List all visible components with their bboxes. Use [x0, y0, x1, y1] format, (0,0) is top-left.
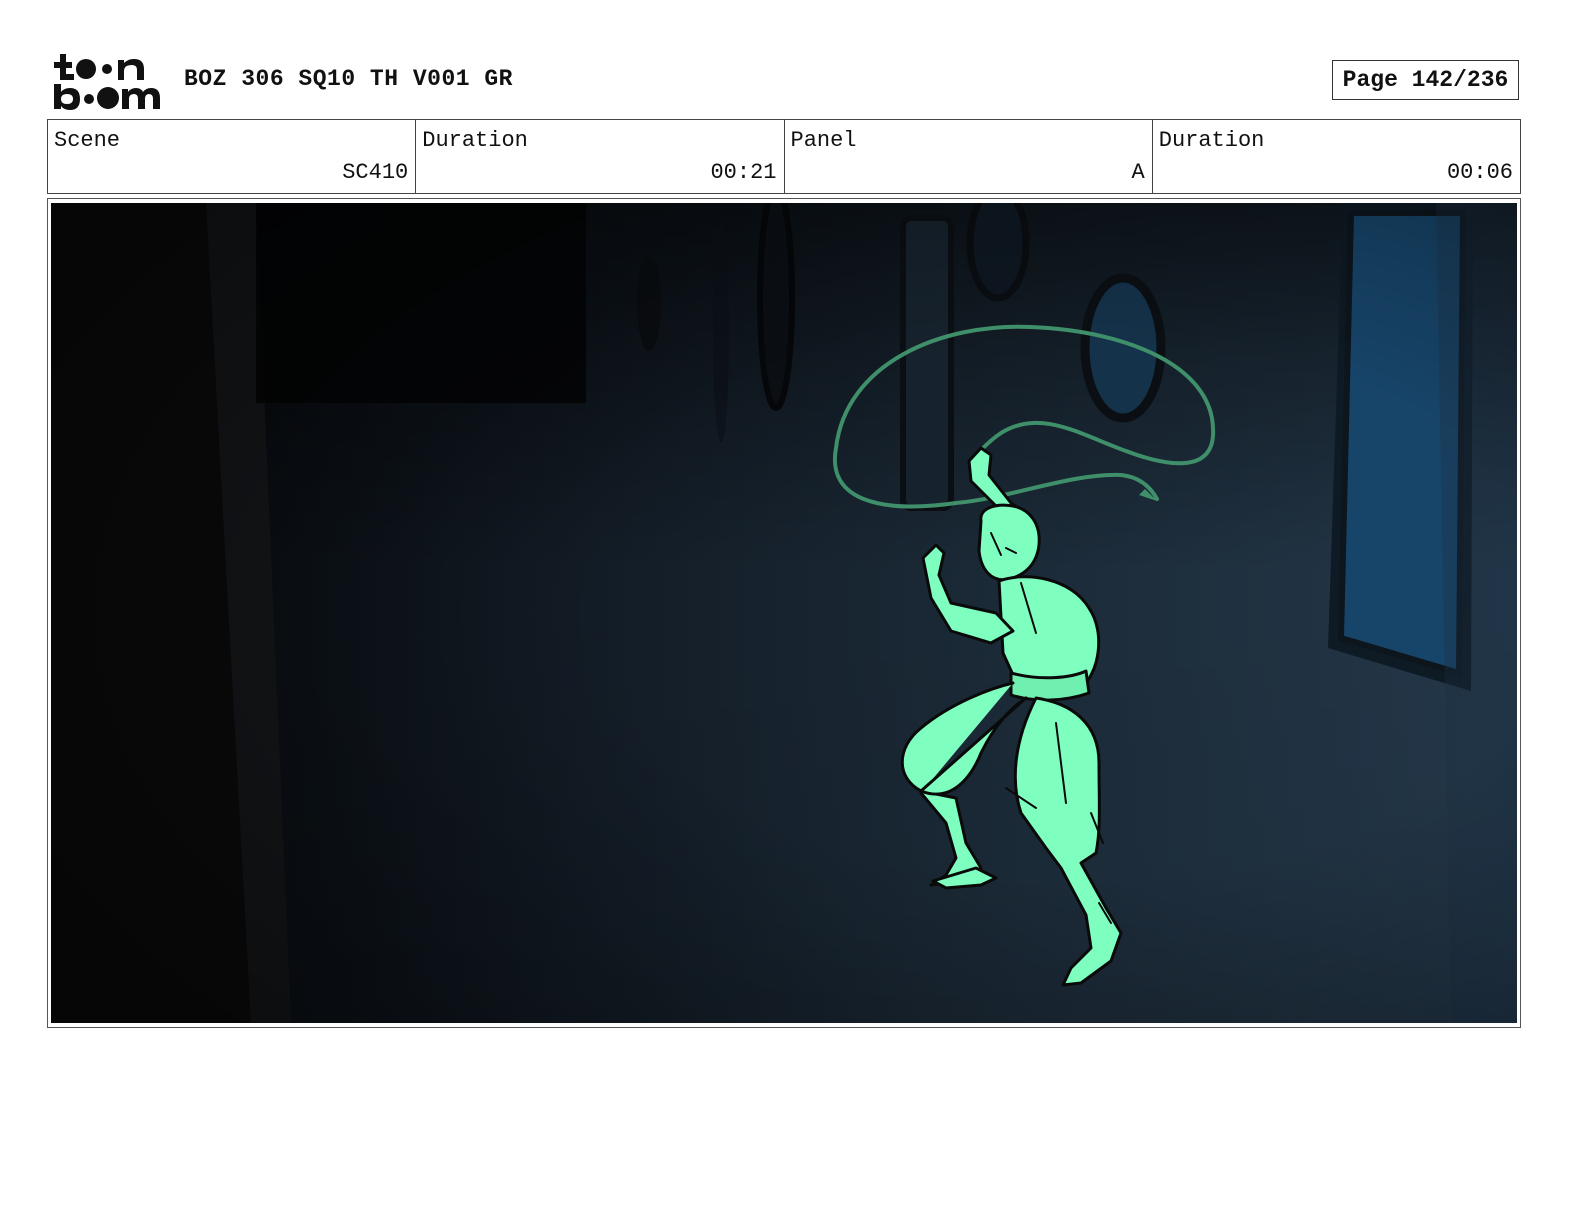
panel-duration-label: Duration	[1158, 128, 1265, 153]
panel-duration-value: 00:06	[1446, 160, 1513, 185]
scene-duration-label: Duration	[422, 128, 528, 153]
panel-cell: Panel A	[785, 120, 1153, 193]
scene-value: SC410	[342, 160, 409, 185]
scene-duration-cell: Duration 00:21	[416, 120, 785, 193]
scene-label: Scene	[54, 128, 121, 153]
storyboard-panel-frame	[47, 198, 1521, 1028]
page-label: Page 142/236	[1342, 67, 1509, 93]
panel-value: A	[1131, 160, 1145, 185]
storyboard-panel-image	[51, 203, 1517, 1023]
scene-info-table: Scene SC410 Duration 00:21 Panel A Durat…	[47, 119, 1521, 194]
panel-duration-cell: Duration 00:06	[1153, 120, 1520, 193]
scene-duration-value: 00:21	[710, 160, 777, 185]
panel-label: Panel	[790, 128, 857, 153]
toon-boom-logo	[52, 52, 164, 112]
scene-cell: Scene SC410	[48, 120, 417, 193]
page-indicator: Page 142/236	[1332, 60, 1519, 100]
project-title: BOZ 306 SQ10 TH V001 GR	[184, 66, 513, 92]
